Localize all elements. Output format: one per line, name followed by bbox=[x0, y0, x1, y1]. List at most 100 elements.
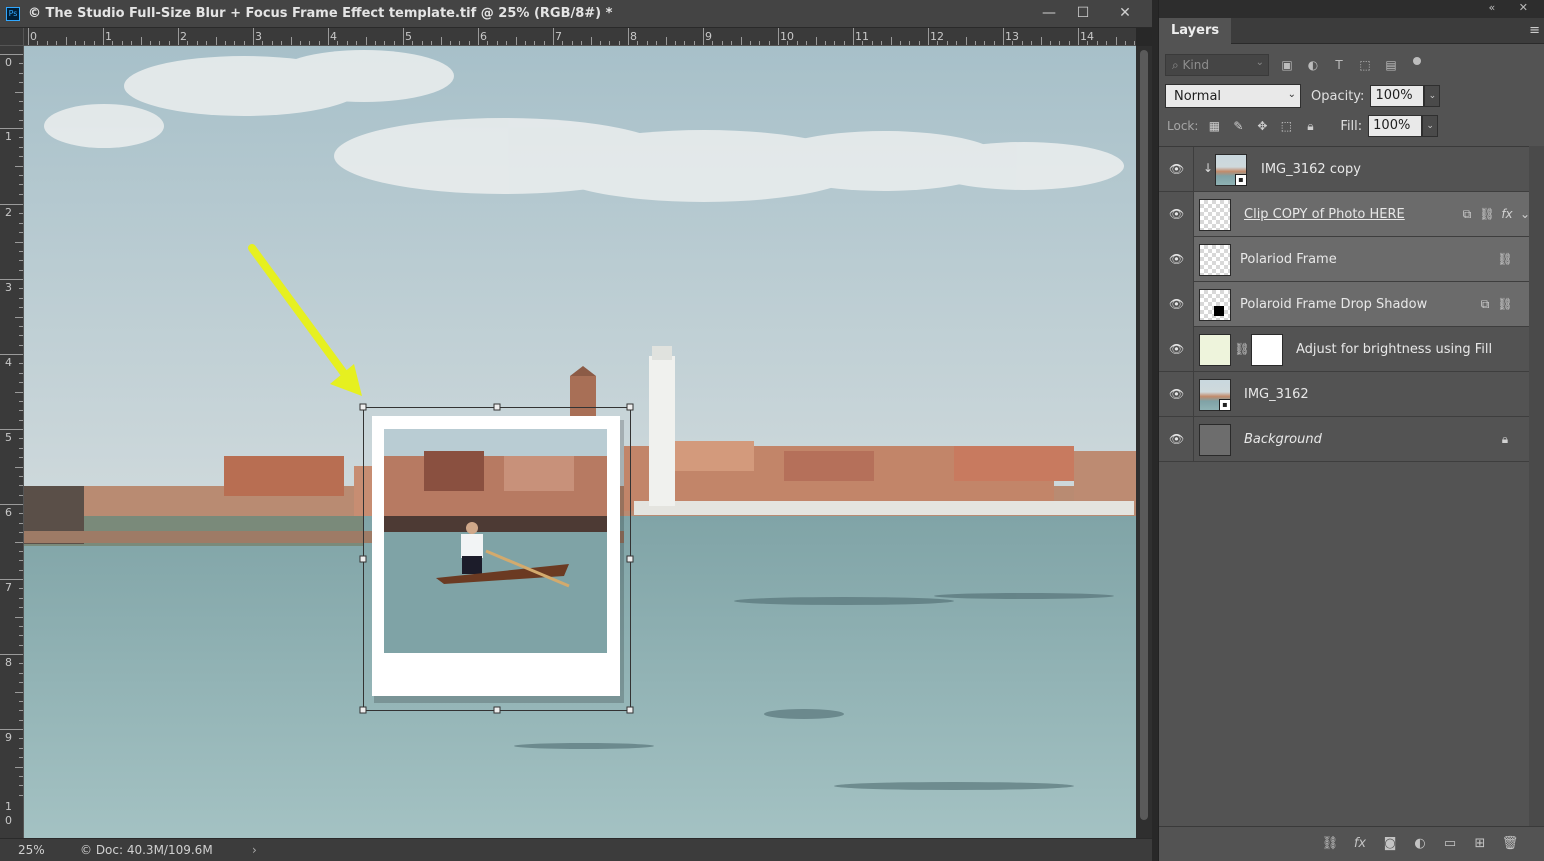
fx-icon[interactable]: fx bbox=[1499, 207, 1515, 221]
ruler-tick bbox=[178, 28, 179, 45]
ruler-minor-tick bbox=[93, 41, 95, 45]
ruler-minor-tick bbox=[731, 41, 733, 45]
eye-icon[interactable]: 👁︎ bbox=[1169, 432, 1184, 446]
ruler-label: 0 bbox=[30, 30, 37, 43]
eye-icon[interactable]: 👁︎ bbox=[1169, 387, 1184, 401]
layer-mask-thumbnail[interactable] bbox=[1251, 334, 1283, 366]
layer-row[interactable]: 👁︎ Polaroid Frame Drop Shadow ⧉ ⛓︎ bbox=[1159, 282, 1529, 327]
ruler-minor-tick bbox=[65, 37, 67, 45]
layers-list: 👁︎ ↓ ▪ IMG_3162 copy 👁︎ Clip COPY of Pho… bbox=[1159, 146, 1544, 826]
close-button[interactable]: ✕ bbox=[1106, 0, 1144, 26]
lock-transparent-pixels-icon[interactable]: ▦ bbox=[1206, 118, 1222, 134]
layer-name[interactable]: Adjust for brightness using Fill bbox=[1296, 342, 1492, 357]
status-menu-arrow[interactable]: › bbox=[252, 843, 257, 857]
ruler-minor-tick bbox=[37, 41, 39, 45]
layer-row[interactable]: 👁︎ ▪ IMG_3162 bbox=[1159, 372, 1529, 417]
ruler-minor-tick bbox=[234, 41, 236, 45]
link-layers-icon[interactable]: ⛓︎ bbox=[1321, 835, 1339, 853]
opacity-input[interactable]: 100% bbox=[1370, 85, 1425, 107]
layer-name[interactable]: IMG_3162 bbox=[1244, 387, 1309, 402]
ruler-minor-tick bbox=[15, 541, 23, 543]
layer-name[interactable]: Polariod Frame bbox=[1240, 252, 1337, 267]
minimize-button[interactable]: — bbox=[1030, 0, 1068, 26]
ruler-minor-tick bbox=[740, 37, 742, 45]
layer-row[interactable]: 👁︎ Background 🔒︎ bbox=[1159, 417, 1529, 462]
panel-menu-icon[interactable]: ≡ bbox=[1529, 23, 1540, 38]
fill-dropdown-icon[interactable]: ⌄ bbox=[1422, 115, 1439, 137]
ruler-minor-tick bbox=[19, 110, 23, 112]
shape-filter-icon[interactable]: ⬚ bbox=[1357, 57, 1373, 73]
ruler-minor-tick bbox=[271, 41, 273, 45]
maximize-button[interactable]: ☐ bbox=[1064, 0, 1102, 26]
ruler-tick bbox=[0, 354, 23, 355]
smart-object-filter-icon[interactable]: ▤ bbox=[1383, 57, 1399, 73]
zoom-level[interactable]: 25% bbox=[0, 843, 56, 857]
adjustment-layer-icon[interactable]: ◐ bbox=[1411, 835, 1429, 853]
layer-name[interactable]: Clip COPY of Photo HERE bbox=[1244, 207, 1405, 222]
adjustment-filter-icon[interactable]: ◐ bbox=[1305, 57, 1321, 73]
filter-toggle-icon[interactable] bbox=[1413, 57, 1421, 65]
ruler-tick bbox=[28, 28, 29, 45]
ruler-minor-tick bbox=[759, 41, 761, 45]
ruler-minor-tick bbox=[609, 41, 611, 45]
eye-icon[interactable]: 👁︎ bbox=[1169, 252, 1184, 266]
ruler-minor-tick bbox=[19, 672, 23, 674]
lock-image-pixels-icon[interactable]: ✎ bbox=[1230, 118, 1246, 134]
layer-name[interactable]: Polaroid Frame Drop Shadow bbox=[1240, 297, 1427, 312]
chain-link-icon[interactable]: ⛓︎ bbox=[1234, 342, 1250, 356]
delete-layer-icon[interactable]: 🗑︎ bbox=[1501, 835, 1519, 853]
ruler-origin[interactable] bbox=[0, 28, 24, 46]
kind-filter-select[interactable]: ⌕ Kind ⌄ bbox=[1165, 54, 1269, 76]
ruler-minor-tick bbox=[581, 41, 583, 45]
vertical-ruler[interactable]: 012345678910 bbox=[0, 46, 24, 838]
layer-name[interactable]: Background bbox=[1244, 432, 1322, 447]
eye-icon[interactable]: 👁︎ bbox=[1169, 297, 1184, 311]
clipping-arrow-icon: ↓ bbox=[1203, 161, 1214, 175]
ruler-minor-tick bbox=[19, 222, 23, 224]
ruler-label: 2 bbox=[180, 30, 187, 43]
tab-layers[interactable]: Layers bbox=[1159, 18, 1232, 44]
fx-icon[interactable]: fx bbox=[1351, 835, 1369, 853]
layer-name[interactable]: IMG_3162 copy bbox=[1261, 162, 1361, 177]
eye-icon[interactable]: 👁︎ bbox=[1169, 342, 1184, 356]
layer-row[interactable]: 👁︎ ⛓︎ Adjust for brightness using Fill bbox=[1159, 327, 1529, 372]
panel-collapse-icons[interactable]: « ✕ bbox=[1489, 1, 1538, 14]
blend-mode-select[interactable]: Normal ⌄ bbox=[1165, 84, 1301, 108]
vertical-scrollbar[interactable] bbox=[1136, 46, 1152, 838]
ruler-minor-tick bbox=[19, 146, 23, 148]
layer-row[interactable]: 👁︎ Clip COPY of Photo HERE ⧉ ⛓︎ fx ⌄ bbox=[1159, 192, 1530, 237]
ruler-minor-tick bbox=[965, 37, 967, 45]
layer-row[interactable]: 👁︎ Polariod Frame ⛓︎ bbox=[1159, 237, 1529, 282]
ruler-minor-tick bbox=[19, 344, 23, 346]
type-filter-icon[interactable]: T bbox=[1331, 57, 1347, 73]
lock-artboard-icon[interactable]: ⬚ bbox=[1278, 118, 1294, 134]
ruler-minor-tick bbox=[112, 41, 114, 45]
ruler-minor-tick bbox=[19, 719, 23, 721]
ruler-minor-tick bbox=[543, 41, 545, 45]
opacity-dropdown-icon[interactable]: ⌄ bbox=[1424, 85, 1441, 107]
new-layer-icon[interactable]: ⊞ bbox=[1471, 835, 1489, 853]
add-mask-icon[interactable]: ◙ bbox=[1381, 835, 1399, 853]
ruler-minor-tick bbox=[19, 550, 23, 552]
ruler-label: 5 bbox=[5, 431, 12, 444]
ruler-tick bbox=[403, 28, 404, 45]
ruler-minor-tick bbox=[19, 297, 23, 299]
layer-row[interactable]: 👁︎ ↓ ▪ IMG_3162 copy bbox=[1159, 147, 1529, 192]
chevron-down-icon: ⌄ bbox=[1287, 89, 1296, 100]
layers-scrollbar[interactable] bbox=[1529, 146, 1544, 826]
ruler-minor-tick bbox=[15, 241, 23, 243]
document-canvas[interactable] bbox=[24, 46, 1136, 838]
fill-input[interactable]: 100% bbox=[1368, 115, 1423, 137]
eye-icon[interactable]: 👁︎ bbox=[1169, 162, 1184, 176]
ruler-minor-tick bbox=[1096, 41, 1098, 45]
lock-position-icon[interactable]: ✥ bbox=[1254, 118, 1270, 134]
new-group-icon[interactable]: ▭ bbox=[1441, 835, 1459, 853]
horizontal-ruler[interactable]: 0 1 2 3 4 5 6 7 8 9 10 11 12 13 14 bbox=[0, 28, 1136, 46]
ruler-minor-tick bbox=[19, 372, 23, 374]
ruler-minor-tick bbox=[393, 41, 395, 45]
scrollbar-thumb[interactable] bbox=[1140, 50, 1148, 820]
image-filter-icon[interactable]: ▣ bbox=[1279, 57, 1295, 73]
ruler-minor-tick bbox=[262, 41, 264, 45]
lock-all-icon[interactable]: 🔒︎ bbox=[1302, 118, 1318, 134]
eye-icon[interactable]: 👁︎ bbox=[1169, 207, 1184, 221]
